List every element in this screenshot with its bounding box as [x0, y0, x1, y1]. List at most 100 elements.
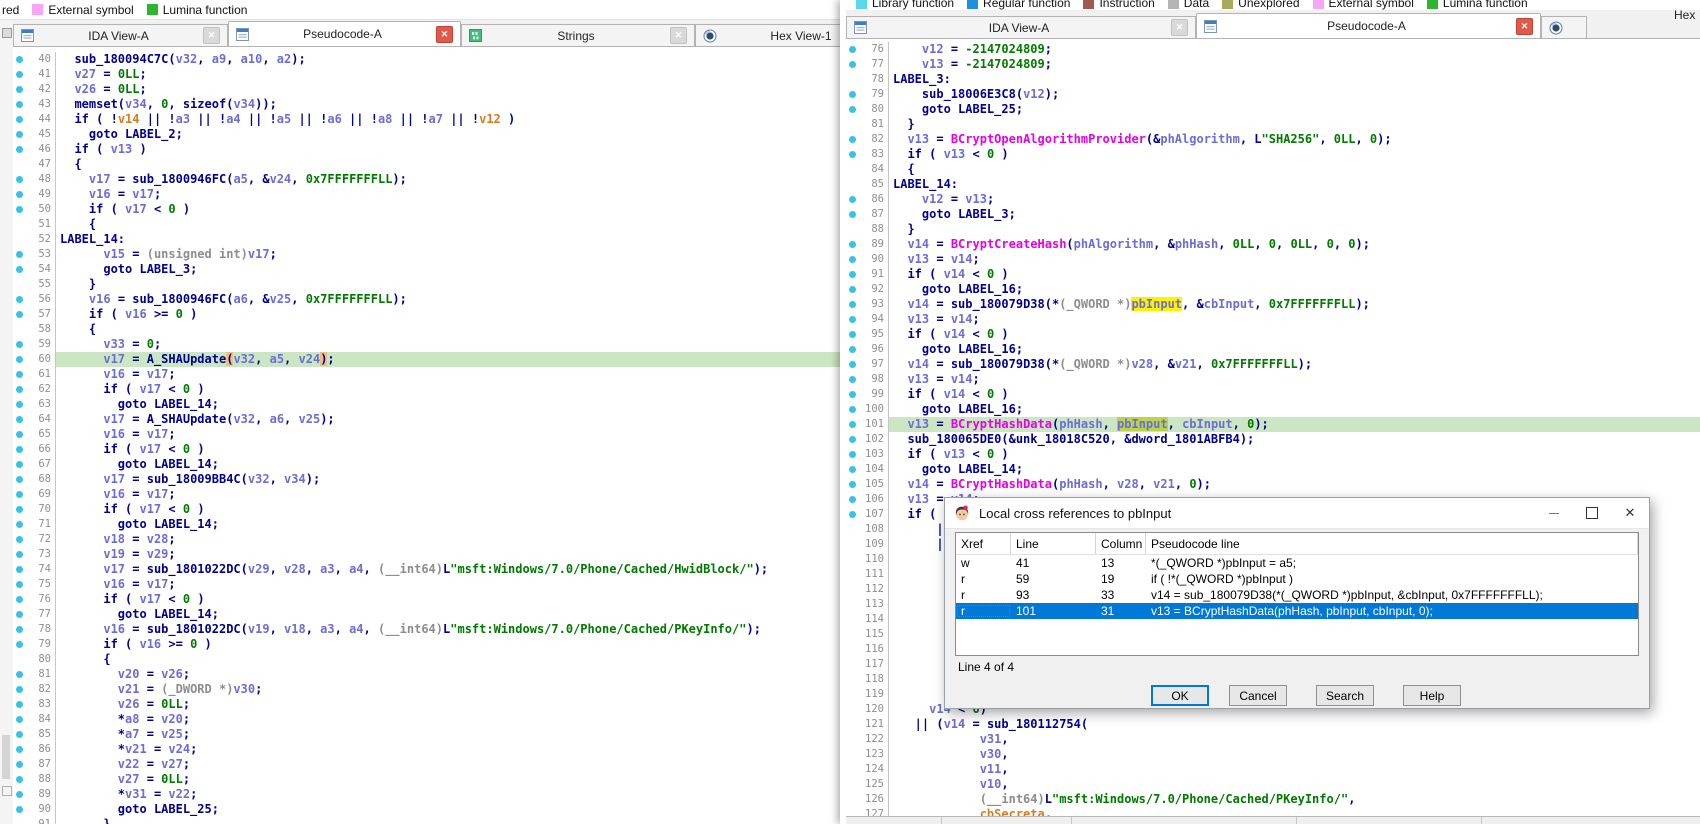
code-line[interactable]: goto LABEL_14;	[56, 457, 840, 472]
code-line[interactable]: goto LABEL_16;	[889, 342, 1700, 357]
breakpoint-dot[interactable]	[16, 671, 23, 678]
breakpoint-slot[interactable]	[13, 611, 26, 618]
ok-button[interactable]: OK	[1151, 685, 1209, 706]
breakpoint-slot[interactable]	[13, 461, 26, 468]
breakpoint-dot[interactable]	[849, 466, 856, 473]
breakpoint-dot[interactable]	[16, 716, 23, 723]
chevron-down-icon[interactable]	[2, 786, 12, 796]
breakpoint-dot[interactable]	[16, 56, 23, 63]
breakpoint-slot[interactable]	[846, 91, 859, 98]
breakpoint-dot[interactable]	[16, 731, 23, 738]
breakpoint-dot[interactable]	[16, 761, 23, 768]
code-line[interactable]: *a7 = v25;	[56, 727, 840, 742]
breakpoint-slot[interactable]	[13, 536, 26, 543]
table-row[interactable]: r9333v14 = sub_180079D38(*(_QWORD *)pbIn…	[956, 587, 1638, 603]
code-line[interactable]: v12 = v13;	[889, 192, 1700, 207]
code-line[interactable]: if ( !v14 || !a3 || !a4 || !a5 || !a6 ||…	[56, 112, 840, 127]
breakpoint-dot[interactable]	[849, 406, 856, 413]
code-line[interactable]: goto LABEL_14;	[56, 397, 840, 412]
code-line[interactable]: goto LABEL_3;	[56, 262, 840, 277]
code-line[interactable]: *v21 = v24;	[56, 742, 840, 757]
dialog-titlebar[interactable]: Local cross references to pbInput ✕	[945, 498, 1649, 529]
code-line[interactable]: v13 = v14;	[889, 372, 1700, 387]
breakpoint-slot[interactable]	[13, 206, 26, 213]
close-icon[interactable]: ✕	[670, 27, 687, 44]
breakpoint-slot[interactable]	[846, 496, 859, 503]
code-line[interactable]: v26 = 0LL;	[56, 697, 840, 712]
breakpoint-dot[interactable]	[16, 101, 23, 108]
breakpoint-slot[interactable]	[13, 311, 26, 318]
breakpoint-slot[interactable]	[846, 301, 859, 308]
breakpoint-dot[interactable]	[16, 251, 23, 258]
code-line[interactable]: v17 = sub_1801022DC(v29, v28, a3, a4, (_…	[56, 562, 840, 577]
code-line[interactable]: }	[56, 817, 840, 824]
code-line[interactable]: goto LABEL_16;	[889, 402, 1700, 417]
code-line[interactable]: v13 = BCryptHashData(phHash, pbInput, cb…	[889, 417, 1700, 432]
breakpoint-dot[interactable]	[16, 416, 23, 423]
breakpoint-dot[interactable]	[16, 71, 23, 78]
left-pseudocode-pane[interactable]: 40 sub_180094C7C(v32, a9, a10, a2);41 v2…	[13, 46, 840, 824]
breakpoint-dot[interactable]	[16, 701, 23, 708]
breakpoint-slot[interactable]	[846, 421, 859, 428]
tab-hex-view-partial[interactable]: Hex	[1674, 8, 1695, 22]
breakpoint-slot[interactable]	[13, 146, 26, 153]
code-line[interactable]: v16 = v17;	[56, 427, 840, 442]
breakpoint-dot[interactable]	[849, 391, 856, 398]
tab-hex-view[interactable]	[1541, 16, 1587, 38]
column-header[interactable]: Column	[1096, 533, 1146, 554]
cancel-button[interactable]: Cancel	[1229, 685, 1287, 706]
code-line[interactable]: v19 = v29;	[56, 547, 840, 562]
dock-icon[interactable]	[2, 28, 12, 38]
code-line[interactable]: v14 = sub_180079D38(*(_QWORD *)v28, &v21…	[889, 357, 1700, 372]
breakpoint-slot[interactable]	[13, 176, 26, 183]
breakpoint-slot[interactable]	[13, 551, 26, 558]
breakpoint-slot[interactable]	[13, 746, 26, 753]
breakpoint-dot[interactable]	[16, 581, 23, 588]
breakpoint-dot[interactable]	[16, 611, 23, 618]
code-line[interactable]: v14 = sub_180079D38(*(_QWORD *)pbInput, …	[889, 297, 1700, 312]
breakpoint-slot[interactable]	[13, 431, 26, 438]
code-line[interactable]: v33 = 0;	[56, 337, 840, 352]
close-icon[interactable]: ✕	[203, 27, 220, 44]
breakpoint-slot[interactable]	[846, 106, 859, 113]
breakpoint-dot[interactable]	[16, 131, 23, 138]
code-line[interactable]: }	[56, 277, 840, 292]
close-button[interactable]: ✕	[1611, 498, 1649, 528]
code-line[interactable]: v26 = 0LL;	[56, 82, 840, 97]
breakpoint-dot[interactable]	[16, 641, 23, 648]
breakpoint-dot[interactable]	[16, 551, 23, 558]
code-line[interactable]: v22 = v27;	[56, 757, 840, 772]
code-line[interactable]: {	[889, 162, 1700, 177]
breakpoint-slot[interactable]	[846, 481, 859, 488]
table-row[interactable]: w4113*(_QWORD *)pbInput = a5;	[956, 555, 1638, 571]
breakpoint-dot[interactable]	[849, 331, 856, 338]
breakpoint-slot[interactable]	[13, 581, 26, 588]
breakpoint-dot[interactable]	[16, 686, 23, 693]
code-line[interactable]: goto LABEL_14;	[56, 607, 840, 622]
column-header[interactable]: Pseudocode line	[1146, 533, 1638, 554]
breakpoint-dot[interactable]	[16, 476, 23, 483]
breakpoint-dot[interactable]	[16, 566, 23, 573]
code-line[interactable]: LABEL_3:	[889, 72, 1700, 87]
breakpoint-dot[interactable]	[849, 421, 856, 428]
breakpoint-dot[interactable]	[849, 361, 856, 368]
close-icon[interactable]: ✕	[436, 26, 453, 43]
code-line[interactable]: goto LABEL_2;	[56, 127, 840, 142]
code-line[interactable]: goto LABEL_3;	[889, 207, 1700, 222]
breakpoint-dot[interactable]	[16, 206, 23, 213]
code-line[interactable]: goto LABEL_16;	[889, 282, 1700, 297]
breakpoint-slot[interactable]	[13, 701, 26, 708]
code-line[interactable]: LABEL_14:	[889, 177, 1700, 192]
breakpoint-slot[interactable]	[13, 101, 26, 108]
breakpoint-slot[interactable]	[13, 761, 26, 768]
breakpoint-dot[interactable]	[16, 536, 23, 543]
breakpoint-slot[interactable]	[846, 391, 859, 398]
code-line[interactable]: {	[56, 157, 840, 172]
breakpoint-slot[interactable]	[13, 416, 26, 423]
code-line[interactable]: v13 = v14;	[889, 312, 1700, 327]
breakpoint-dot[interactable]	[16, 521, 23, 528]
help-button[interactable]: Help	[1403, 685, 1461, 706]
breakpoint-dot[interactable]	[16, 446, 23, 453]
breakpoint-slot[interactable]	[13, 191, 26, 198]
code-line[interactable]: goto LABEL_25;	[889, 102, 1700, 117]
